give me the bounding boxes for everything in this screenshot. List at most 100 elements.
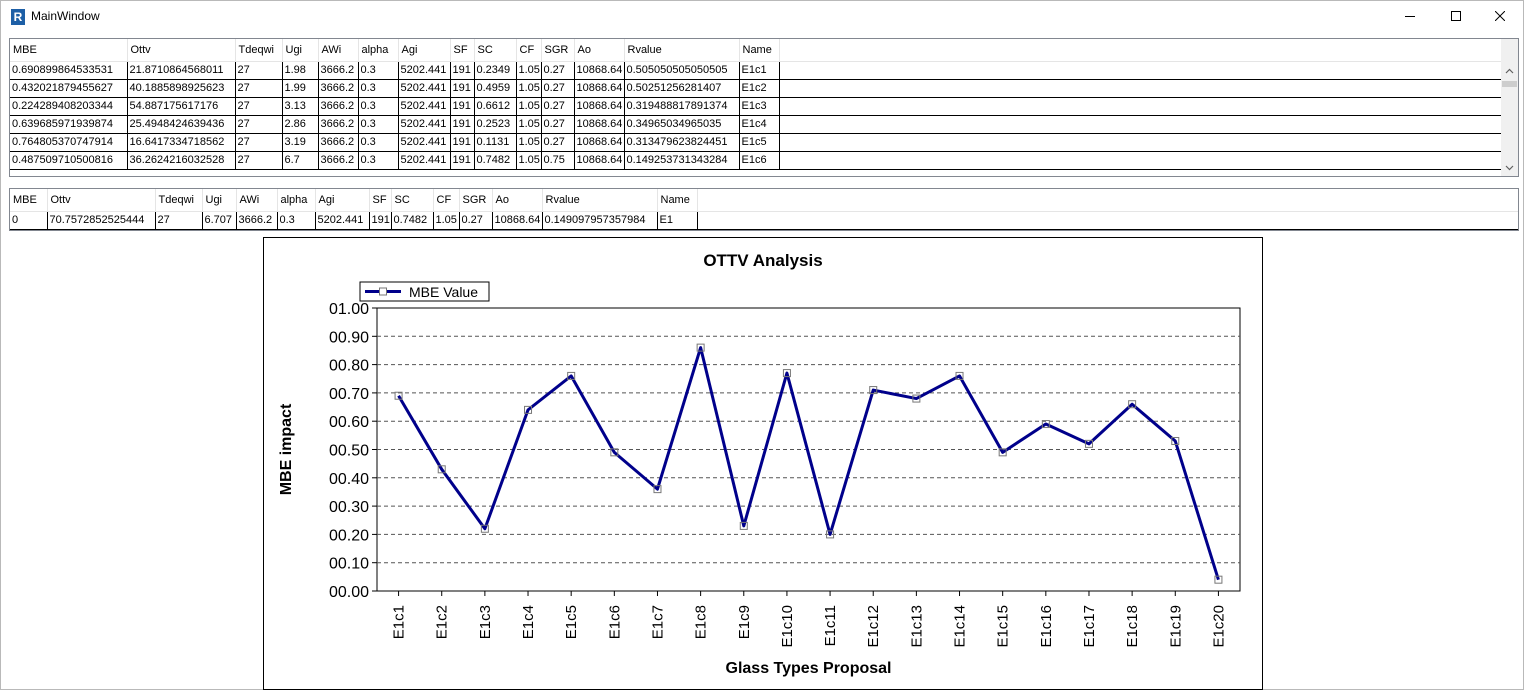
cell-rvalue[interactable]: 0.149253731343284 (624, 151, 740, 170)
cell-tdeqwi[interactable]: 27 (235, 133, 283, 152)
cell-mbe[interactable]: 0.764805370747914 (10, 133, 128, 152)
cell-agi[interactable]: 5202.441 (398, 61, 451, 80)
cell-name[interactable]: E1c3 (739, 97, 780, 116)
maximize-button[interactable] (1433, 1, 1479, 32)
cell-ottv[interactable]: 16.6417334718562 (127, 133, 236, 152)
table-row[interactable]: 0.764805370747914 16.6417334718562 27 3.19 3… (10, 133, 1504, 152)
column-header-name[interactable]: Name (739, 39, 780, 62)
cell-agi[interactable]: 5202.441 (398, 151, 451, 170)
table-row[interactable]: 0.432021879455627 40.1885898925623 27 1.99 3… (10, 79, 1504, 98)
cell-sf[interactable]: 191 (450, 133, 475, 152)
cell-awi[interactable]: 3666.2 (236, 211, 278, 230)
cell-sf[interactable]: 191 (450, 97, 475, 116)
cell-tdeqwi[interactable]: 27 (235, 151, 283, 170)
column-header-ao[interactable]: Ao (574, 39, 625, 62)
title-bar[interactable]: R MainWindow (1, 1, 1523, 32)
column-header-agi[interactable]: Agi (398, 39, 451, 62)
cell-tdeqwi[interactable]: 27 (235, 61, 283, 80)
cell-awi[interactable]: 3666.2 (318, 115, 359, 134)
cell-mbe[interactable]: 0.639685971939874 (10, 115, 128, 134)
cell-sc[interactable]: 0.4959 (474, 79, 517, 98)
column-header-alpha[interactable]: alpha (358, 39, 399, 62)
column-header-sgr[interactable]: SGR (459, 189, 493, 212)
cell-mbe[interactable]: 0.487509710500816 (10, 151, 128, 170)
cell-ao[interactable]: 10868.64 (574, 115, 625, 134)
cell-name[interactable]: E1c4 (739, 115, 780, 134)
cell-cf[interactable]: 1.05 (433, 211, 460, 230)
column-header-ugi[interactable]: Ugi (202, 189, 237, 212)
cell-sgr[interactable]: 0.27 (541, 79, 575, 98)
cell-ao[interactable]: 10868.64 (574, 133, 625, 152)
column-header-awi[interactable]: AWi (318, 39, 359, 62)
cell-alpha[interactable]: 0.3 (358, 151, 399, 170)
cell-alpha[interactable]: 0.3 (358, 133, 399, 152)
column-header-ottv[interactable]: Ottv (47, 189, 156, 212)
scroll-thumb[interactable] (1502, 81, 1517, 87)
cell-ao[interactable]: 10868.64 (574, 79, 625, 98)
cell-sf[interactable]: 191 (450, 61, 475, 80)
column-header-cf[interactable]: CF (433, 189, 460, 212)
cell-rvalue[interactable]: 0.313479623824451 (624, 133, 740, 152)
column-header-mbe[interactable]: MBE (10, 189, 48, 212)
table-row[interactable]: 0.224289408203344 54.887175617176 27 3.13 36… (10, 97, 1504, 116)
cell-alpha[interactable]: 0.3 (358, 61, 399, 80)
cell-rvalue[interactable]: 0.50251256281407 (624, 79, 740, 98)
cell-ottv[interactable]: 70.7572852525444 (47, 211, 156, 230)
cell-ottv[interactable]: 21.8710864568011 (127, 61, 236, 80)
cell-ugi[interactable]: 1.98 (282, 61, 319, 80)
column-header-tdeqwi[interactable]: Tdeqwi (155, 189, 203, 212)
cell-ottv[interactable]: 54.887175617176 (127, 97, 236, 116)
column-header-mbe[interactable]: MBE (10, 39, 128, 62)
cell-cf[interactable]: 1.05 (516, 61, 542, 80)
cell-sf[interactable]: 191 (450, 79, 475, 98)
cell-sc[interactable]: 0.2523 (474, 115, 517, 134)
column-header-rvalue[interactable]: Rvalue (542, 189, 658, 212)
table-row[interactable]: 0.690899864533531 21.8710864568011 27 1.98 3… (10, 61, 1504, 80)
column-header-sf[interactable]: SF (369, 189, 392, 212)
cell-agi[interactable]: 5202.441 (398, 79, 451, 98)
cell-agi[interactable]: 5202.441 (315, 211, 370, 230)
cell-name[interactable]: E1c5 (739, 133, 780, 152)
cell-cf[interactable]: 1.05 (516, 97, 542, 116)
table-row[interactable]: 0.487509710500816 36.2624216032528 27 6.7 36… (10, 151, 1504, 170)
cell-rvalue[interactable]: 0.505050505050505 (624, 61, 740, 80)
column-header-agi[interactable]: Agi (315, 189, 370, 212)
cell-mbe[interactable]: 0.432021879455627 (10, 79, 128, 98)
cell-sgr[interactable]: 0.27 (541, 97, 575, 116)
cell-agi[interactable]: 5202.441 (398, 133, 451, 152)
cell-rvalue[interactable]: 0.34965034965035 (624, 115, 740, 134)
cell-tdeqwi[interactable]: 27 (235, 97, 283, 116)
cell-agi[interactable]: 5202.441 (398, 97, 451, 116)
cell-sgr[interactable]: 0.27 (541, 115, 575, 134)
cell-alpha[interactable]: 0.3 (358, 97, 399, 116)
cell-mbe[interactable]: 0 (10, 211, 48, 230)
cell-ottv[interactable]: 25.4948424639436 (127, 115, 236, 134)
cell-rvalue[interactable]: 0.319488817891374 (624, 97, 740, 116)
table-row[interactable]: 0 70.7572852525444 27 6.707 3666.2 0.3 5202.44… (10, 211, 1518, 230)
column-header-sgr[interactable]: SGR (541, 39, 575, 62)
cell-sc[interactable]: 0.1131 (474, 133, 517, 152)
column-header-ao[interactable]: Ao (492, 189, 543, 212)
cell-sc[interactable]: 0.7482 (474, 151, 517, 170)
cell-ao[interactable]: 10868.64 (574, 151, 625, 170)
cell-sc[interactable]: 0.6612 (474, 97, 517, 116)
cell-name[interactable]: E1 (657, 211, 698, 230)
column-header-awi[interactable]: AWi (236, 189, 278, 212)
cell-ugi[interactable]: 1.99 (282, 79, 319, 98)
table-row[interactable]: 0.639685971939874 25.4948424639436 27 2.86 3… (10, 115, 1504, 134)
column-header-sc[interactable]: SC (391, 189, 434, 212)
cell-name[interactable]: E1c6 (739, 151, 780, 170)
vertical-scrollbar[interactable] (1501, 39, 1518, 176)
cell-sf[interactable]: 191 (450, 151, 475, 170)
column-header-ugi[interactable]: Ugi (282, 39, 319, 62)
column-header-cf[interactable]: CF (516, 39, 542, 62)
cell-mbe[interactable]: 0.224289408203344 (10, 97, 128, 116)
cell-ao[interactable]: 10868.64 (574, 97, 625, 116)
cell-ugi[interactable]: 3.19 (282, 133, 319, 152)
cell-cf[interactable]: 1.05 (516, 79, 542, 98)
scroll-down-icon[interactable] (1501, 159, 1518, 176)
cell-ao[interactable]: 10868.64 (492, 211, 543, 230)
cell-rvalue[interactable]: 0.149097957357984 (542, 211, 658, 230)
cell-alpha[interactable]: 0.3 (358, 79, 399, 98)
cell-ugi[interactable]: 2.86 (282, 115, 319, 134)
